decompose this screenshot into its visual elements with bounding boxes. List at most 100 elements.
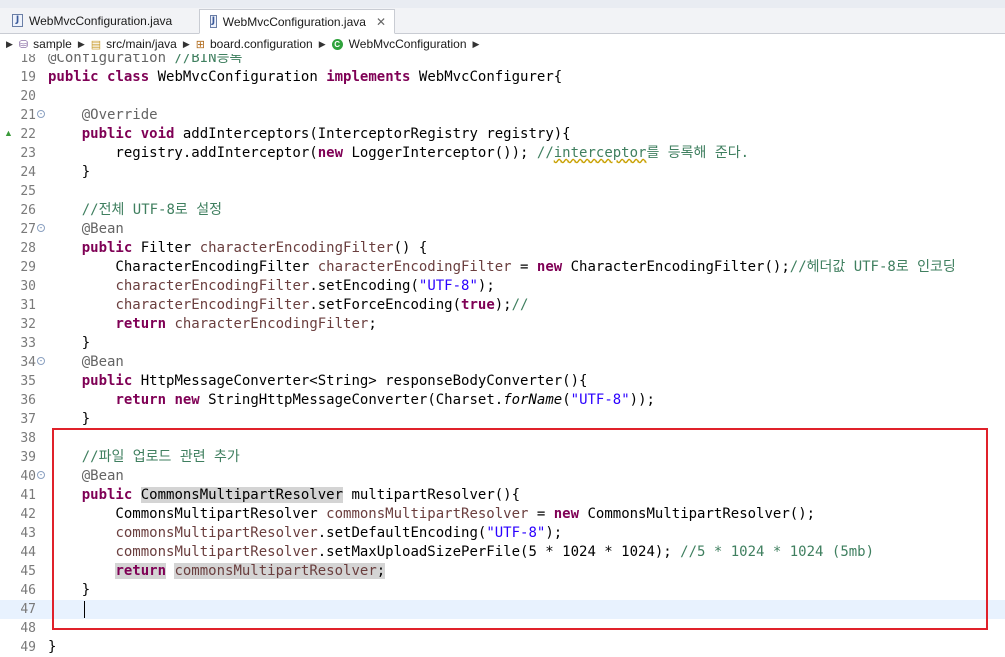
code-line[interactable]: 42 CommonsMultipartResolver commonsMulti… bbox=[0, 505, 1005, 524]
line-number: 30 bbox=[20, 279, 36, 294]
chevron-right-icon[interactable]: ▶ bbox=[319, 39, 326, 50]
code-line[interactable]: 21- @Override bbox=[0, 106, 1005, 125]
code-line[interactable]: 25 bbox=[0, 182, 1005, 201]
editor-tab-bar: J WebMvcConfiguration.java J WebMvcConfi… bbox=[0, 8, 1005, 34]
code-text: } bbox=[48, 335, 91, 351]
code-text: @Bean bbox=[81, 354, 124, 370]
code-line[interactable]: 33 } bbox=[0, 334, 1005, 353]
chevron-right-icon[interactable]: ▶ bbox=[6, 39, 13, 50]
code-line[interactable]: 41 public CommonsMultipartResolver multi… bbox=[0, 486, 1005, 505]
code-line[interactable]: 39 //파일 업로드 관련 추가 bbox=[0, 448, 1005, 467]
code-line[interactable]: 28 public Filter characterEncodingFilter… bbox=[0, 239, 1005, 258]
code-text: public Filter characterEncodingFilter() … bbox=[81, 240, 428, 256]
code-line[interactable]: 20 bbox=[0, 87, 1005, 106]
line-number: 35 bbox=[20, 374, 36, 389]
code-text: CharacterEncodingFilter characterEncodin… bbox=[48, 259, 956, 275]
code-line[interactable]: 26 //전체 UTF-8로 설정 bbox=[0, 201, 1005, 220]
line-number: 47 bbox=[20, 602, 36, 617]
line-number: 39 bbox=[20, 450, 36, 465]
tab-webmvcconfiguration-active[interactable]: J WebMvcConfiguration.java ✕ bbox=[199, 9, 395, 34]
code-text: @Bean bbox=[81, 221, 124, 237]
code-line[interactable]: 31 characterEncodingFilter.setForceEncod… bbox=[0, 296, 1005, 315]
breadcrumb-item-project[interactable]: ⛁ sample bbox=[19, 37, 72, 51]
code-line[interactable]: 46 } bbox=[0, 581, 1005, 600]
line-number: 46 bbox=[20, 583, 36, 598]
code-line[interactable]: 23 registry.addInterceptor(new LoggerInt… bbox=[0, 144, 1005, 163]
code-line[interactable]: 29 CharacterEncodingFilter characterEnco… bbox=[0, 258, 1005, 277]
code-text: } bbox=[48, 582, 91, 598]
source-folder-icon: ▤ bbox=[90, 38, 102, 51]
code-line[interactable]: 18 @Configuration //BIN등록 bbox=[0, 54, 1005, 68]
fold-toggle-icon[interactable]: - bbox=[37, 224, 45, 232]
code-editor[interactable]: 18 @Configuration //BIN등록 19 public class W… bbox=[0, 54, 1005, 657]
code-text: commonsMultipartResolver.setMaxUploadSiz… bbox=[115, 544, 875, 560]
line-number: 40 bbox=[20, 469, 36, 484]
java-file-icon: J bbox=[12, 14, 23, 27]
code-line[interactable]: 48 bbox=[0, 619, 1005, 638]
java-file-icon: J bbox=[210, 15, 217, 28]
code-line[interactable]: 47 bbox=[0, 600, 1005, 619]
line-number: 43 bbox=[20, 526, 36, 541]
line-number: 19 bbox=[20, 70, 36, 85]
breadcrumb-item-package[interactable]: ⊞ board.configuration bbox=[196, 37, 313, 51]
line-number: 18 bbox=[20, 54, 36, 66]
code-line[interactable]: 36 return new StringHttpMessageConverter… bbox=[0, 391, 1005, 410]
fold-toggle-icon[interactable]: - bbox=[37, 110, 45, 118]
code-line[interactable]: 35 public HttpMessageConverter<String> r… bbox=[0, 372, 1005, 391]
line-number: 42 bbox=[20, 507, 36, 522]
code-text: return characterEncodingFilter; bbox=[115, 316, 377, 332]
tab-label: WebMvcConfiguration.java bbox=[222, 14, 366, 29]
code-line[interactable]: 24 } bbox=[0, 163, 1005, 182]
code-text: public CommonsMultipartResolver multipar… bbox=[81, 487, 521, 503]
code-line[interactable]: 44 commonsMultipartResolver.setMaxUpload… bbox=[0, 543, 1005, 562]
code-text: public void addInterceptors(InterceptorR… bbox=[81, 126, 571, 142]
code-text: @Override bbox=[81, 107, 158, 123]
text-caret bbox=[84, 601, 85, 618]
code-text: CommonsMultipartResolver commonsMultipar… bbox=[48, 506, 816, 522]
code-line[interactable]: 34- @Bean bbox=[0, 353, 1005, 372]
override-marker-icon[interactable]: ▲ bbox=[4, 128, 13, 138]
chevron-right-icon[interactable]: ▶ bbox=[78, 39, 85, 50]
line-number: 44 bbox=[20, 545, 36, 560]
code-text: return commonsMultipartResolver; bbox=[115, 563, 386, 579]
fold-toggle-icon[interactable]: - bbox=[37, 471, 45, 479]
code-line[interactable]: 38 bbox=[0, 429, 1005, 448]
code-line[interactable]: 22 ▲ public void addInterceptors(Intercep… bbox=[0, 125, 1005, 144]
code-line[interactable]: 27- @Bean bbox=[0, 220, 1005, 239]
breadcrumb-item-source-folder[interactable]: ▤ src/main/java bbox=[91, 37, 177, 51]
code-text: registry.addInterceptor(new LoggerInterc… bbox=[48, 145, 750, 161]
tab-webmvcconfiguration-inactive[interactable]: J WebMvcConfiguration.java bbox=[2, 9, 195, 32]
breadcrumb-item-class[interactable]: C WebMvcConfiguration bbox=[331, 37, 467, 51]
line-number: 21 bbox=[20, 108, 36, 123]
code-line[interactable]: 32 return characterEncodingFilter; bbox=[0, 315, 1005, 334]
line-number: 49 bbox=[20, 640, 36, 655]
code-line[interactable]: 45 return commonsMultipartResolver; bbox=[0, 562, 1005, 581]
line-number: 28 bbox=[20, 241, 36, 256]
fold-toggle-icon[interactable]: - bbox=[37, 357, 45, 365]
code-text: commonsMultipartResolver.setDefaultEncod… bbox=[115, 525, 563, 541]
line-number: 23 bbox=[20, 146, 36, 161]
breadcrumb: ▶ ⛁ sample ▶ ▤ src/main/java ▶ ⊞ board.c… bbox=[0, 34, 1005, 54]
code-text: @Configuration //BIN등록 bbox=[48, 54, 243, 66]
close-icon[interactable]: ✕ bbox=[376, 15, 386, 29]
code-text: public HttpMessageConverter<String> resp… bbox=[81, 373, 588, 389]
line-number: 48 bbox=[20, 621, 36, 636]
breadcrumb-label: sample bbox=[33, 37, 72, 51]
breadcrumb-label: src/main/java bbox=[106, 37, 177, 51]
code-line[interactable]: 40- @Bean bbox=[0, 467, 1005, 486]
code-line[interactable]: 43 commonsMultipartResolver.setDefaultEn… bbox=[0, 524, 1005, 543]
code-text: } bbox=[48, 164, 91, 180]
code-line[interactable]: 37 } bbox=[0, 410, 1005, 429]
chevron-right-icon[interactable]: ▶ bbox=[183, 39, 190, 50]
chevron-right-icon[interactable]: ▶ bbox=[473, 39, 480, 50]
code-line[interactable]: 30 characterEncodingFilter.setEncoding("… bbox=[0, 277, 1005, 296]
code-line[interactable]: 49} bbox=[0, 638, 1005, 657]
line-number: 36 bbox=[20, 393, 36, 408]
code-text: } bbox=[48, 639, 57, 655]
code-line[interactable]: 19 public class WebMvcConfiguration imple… bbox=[0, 68, 1005, 87]
breadcrumb-label: WebMvcConfiguration bbox=[348, 37, 467, 51]
line-number: 24 bbox=[20, 165, 36, 180]
code-text: @Bean bbox=[81, 468, 124, 484]
code-text: //파일 업로드 관련 추가 bbox=[81, 449, 240, 465]
